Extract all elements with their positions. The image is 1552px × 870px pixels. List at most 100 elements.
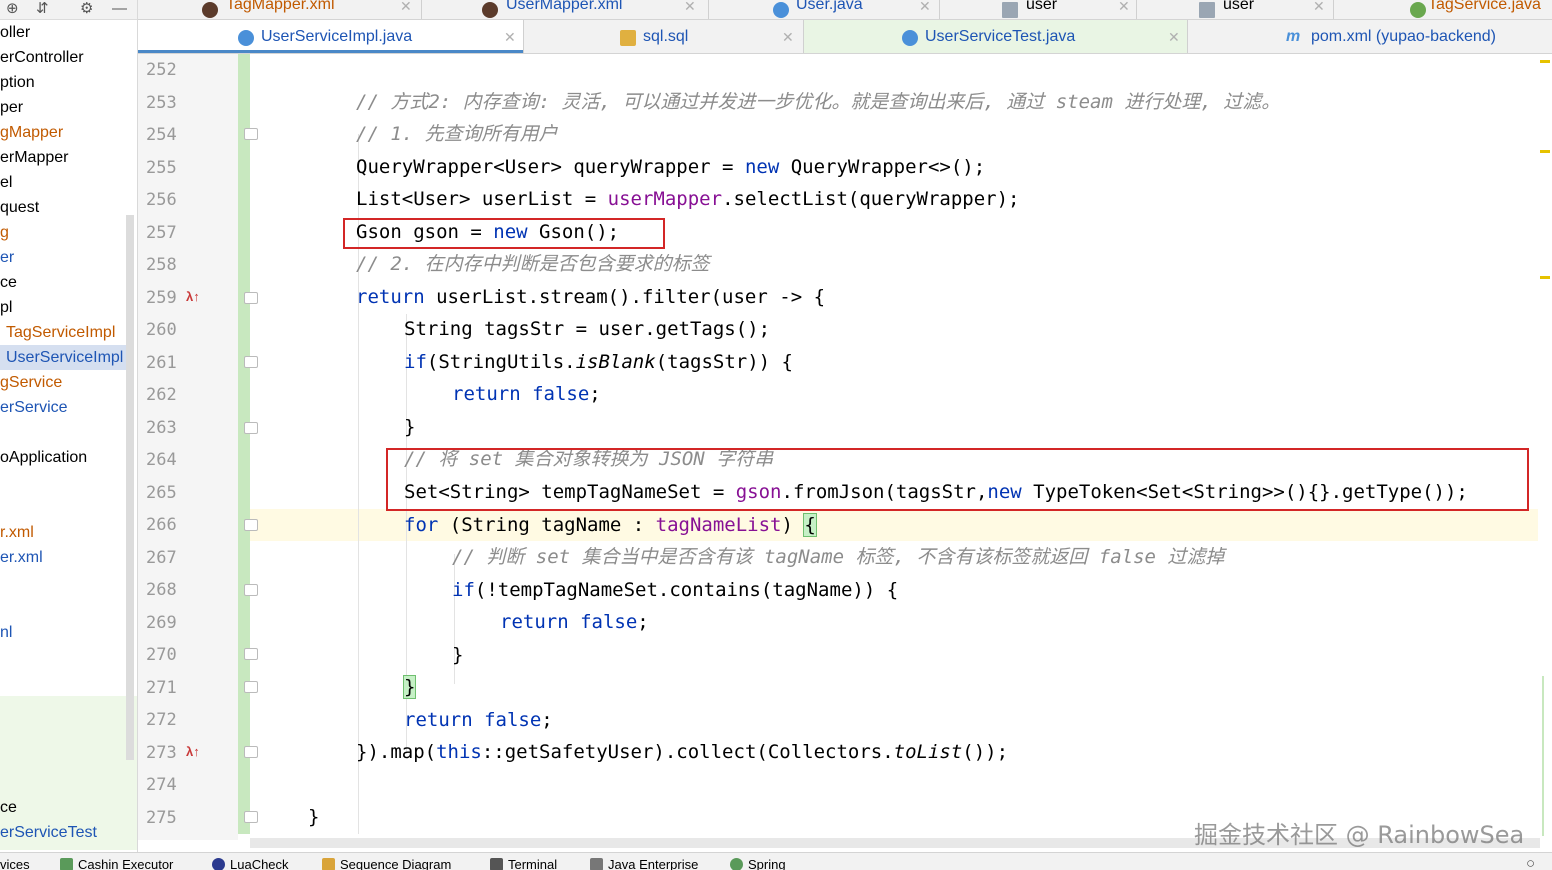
tool-java-enterprise[interactable]: Java Enterprise xyxy=(590,857,698,870)
gear-icon[interactable]: ⚙ xyxy=(80,1,93,17)
tab-tagservice-java[interactable]: TagService.java xyxy=(1334,0,1552,19)
tree-item[interactable] xyxy=(0,770,126,795)
line-number[interactable]: 260 xyxy=(146,314,196,346)
warning-marker[interactable] xyxy=(1540,276,1550,279)
fold-marker[interactable] xyxy=(244,811,258,823)
line-number[interactable]: 262 xyxy=(146,379,196,411)
tool-spring[interactable]: Spring xyxy=(730,857,786,870)
tree-item[interactable] xyxy=(0,645,126,670)
tree-item[interactable] xyxy=(0,570,126,595)
tree-item[interactable]: gService xyxy=(0,370,126,395)
close-icon[interactable]: ✕ xyxy=(782,29,794,46)
tree-item[interactable] xyxy=(0,470,126,495)
fold-marker[interactable] xyxy=(244,519,258,531)
warning-marker[interactable] xyxy=(1540,150,1550,153)
tree-item[interactable]: ption xyxy=(0,70,126,95)
tree-item[interactable] xyxy=(0,420,126,445)
tree-item[interactable] xyxy=(0,670,126,695)
tab-userserviceimpl-java[interactable]: UserServiceImpl.java ✕ xyxy=(138,20,523,53)
line-number[interactable]: 271 xyxy=(146,672,196,704)
close-icon[interactable]: ✕ xyxy=(1118,0,1130,15)
line-number[interactable]: 254 xyxy=(146,119,196,151)
hide-icon[interactable]: — xyxy=(112,1,127,17)
fold-marker[interactable] xyxy=(244,746,258,758)
line-number[interactable]: 266 xyxy=(146,509,196,541)
tool-sequence-diagram[interactable]: Sequence Diagram xyxy=(322,857,451,870)
collapse-all-icon[interactable]: ⇵ xyxy=(36,1,49,17)
lambda-override-icon[interactable]: λ↑ xyxy=(186,736,200,768)
code-editor[interactable]: 252 253 254 255 256 257 258 259 260 261 262 263 264 2… xyxy=(138,54,1552,840)
fold-marker[interactable] xyxy=(244,292,258,304)
close-icon[interactable]: ✕ xyxy=(919,0,931,15)
line-number[interactable]: 257 xyxy=(146,217,196,249)
line-number[interactable]: 272 xyxy=(146,704,196,736)
fold-marker[interactable] xyxy=(244,128,258,140)
tab-sql-sql[interactable]: sql.sql ✕ xyxy=(524,20,803,53)
tab-usermapper-xml[interactable]: UserMapper.xml ✕ xyxy=(422,0,708,19)
tree-item[interactable]: ce xyxy=(0,795,126,820)
tree-scrollbar[interactable] xyxy=(126,215,134,760)
fold-marker[interactable] xyxy=(244,681,258,693)
close-icon[interactable]: ✕ xyxy=(684,0,696,15)
tool-luacheck[interactable]: LuaCheck xyxy=(212,857,289,870)
tree-item[interactable] xyxy=(0,495,126,520)
tree-item[interactable] xyxy=(0,720,126,745)
tree-item[interactable]: oApplication xyxy=(0,445,126,470)
line-number[interactable]: 258 xyxy=(146,249,196,281)
fold-marker[interactable] xyxy=(244,422,258,434)
fold-marker[interactable] xyxy=(244,648,258,660)
line-number[interactable]: 276 xyxy=(146,834,196,840)
tree-item[interactable] xyxy=(0,695,126,720)
tab-user-table-2[interactable]: user ✕ xyxy=(1137,0,1333,19)
event-log-icon[interactable]: ○ xyxy=(1526,855,1535,870)
tree-item[interactable]: UserServiceImpl xyxy=(0,345,126,370)
tab-userservicetest-java[interactable]: UserServiceTest.java ✕ xyxy=(804,20,1187,53)
line-number[interactable]: 265 xyxy=(146,477,196,509)
error-stripe[interactable] xyxy=(1538,54,1552,840)
tree-item[interactable]: el xyxy=(0,170,126,195)
line-number[interactable]: 264 xyxy=(146,444,196,476)
tree-item[interactable]: pl xyxy=(0,295,126,320)
line-number[interactable]: 268 xyxy=(146,574,196,606)
tree-item[interactable]: per xyxy=(0,95,126,120)
tree-item[interactable]: oller xyxy=(0,20,126,45)
line-number[interactable]: 275 xyxy=(146,802,196,834)
fold-marker[interactable] xyxy=(244,584,258,596)
line-number[interactable]: 261 xyxy=(146,347,196,379)
locate-icon[interactable]: ⊕ xyxy=(6,1,19,17)
tree-item[interactable]: ce xyxy=(0,270,126,295)
tree-item[interactable]: erService xyxy=(0,395,126,420)
tree-item[interactable]: quest xyxy=(0,195,126,220)
line-number[interactable]: 269 xyxy=(146,607,196,639)
tree-item[interactable]: nl xyxy=(0,620,126,645)
line-number[interactable]: 252 xyxy=(146,54,196,86)
tool-terminal[interactable]: Terminal xyxy=(490,857,557,870)
line-number[interactable]: 253 xyxy=(146,87,196,119)
tab-tagmapper-xml[interactable]: TagMapper.xml ✕ xyxy=(138,0,421,19)
tree-item[interactable]: TagServiceImpl xyxy=(0,320,126,345)
tree-item[interactable]: r.xml xyxy=(0,520,126,545)
line-number[interactable]: 274 xyxy=(146,769,196,801)
line-number[interactable]: 256 xyxy=(146,184,196,216)
tree-item[interactable]: g xyxy=(0,220,126,245)
tree-item[interactable]: gMapper xyxy=(0,120,126,145)
lambda-override-icon[interactable]: λ↑ xyxy=(186,281,200,313)
fold-marker[interactable] xyxy=(244,356,258,368)
tree-item[interactable] xyxy=(0,595,126,620)
line-number[interactable]: 270 xyxy=(146,639,196,671)
tab-user-java[interactable]: User.java ✕ xyxy=(709,0,939,19)
close-icon[interactable]: ✕ xyxy=(504,29,516,46)
line-number[interactable]: 255 xyxy=(146,152,196,184)
tree-item[interactable] xyxy=(0,745,126,770)
tree-item[interactable]: erMapper xyxy=(0,145,126,170)
tree-item[interactable]: erController xyxy=(0,45,126,70)
close-icon[interactable]: ✕ xyxy=(1168,29,1180,46)
line-number[interactable]: 267 xyxy=(146,542,196,574)
tab-pom-xml[interactable]: m pom.xml (yupao-backend) xyxy=(1188,20,1552,53)
tab-user-table-1[interactable]: user ✕ xyxy=(940,0,1136,19)
tree-item[interactable]: er.xml xyxy=(0,545,126,570)
close-icon[interactable]: ✕ xyxy=(1313,0,1325,15)
close-icon[interactable]: ✕ xyxy=(400,0,412,15)
warning-marker[interactable] xyxy=(1540,60,1550,63)
line-number[interactable]: 263 xyxy=(146,412,196,444)
